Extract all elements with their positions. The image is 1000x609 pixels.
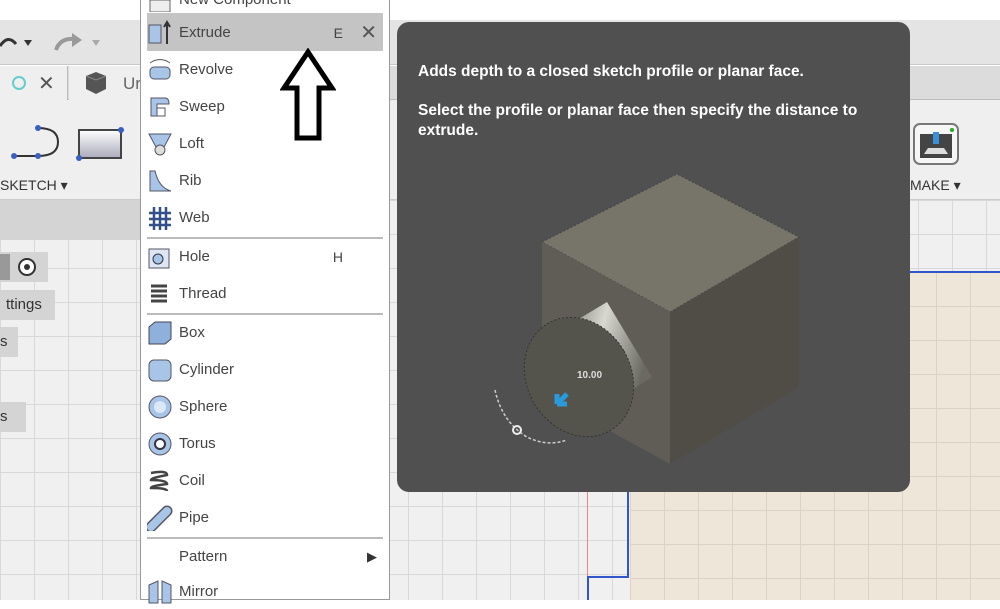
annotation-arrow-icon <box>280 48 336 141</box>
sweep-icon <box>147 94 173 120</box>
tab-label: Ur <box>123 74 141 93</box>
create-menu: New Component Extrude E ✕ Revolve Sweep Lo… <box>140 0 390 603</box>
panel-button[interactable]: s <box>0 402 26 432</box>
tooltip-instruction: Select the profile or planar face then s… <box>418 102 858 139</box>
submenu-arrow-icon: ▶ <box>367 548 377 564</box>
undo-icon[interactable] <box>0 32 40 54</box>
menu-item-coil[interactable]: Coil <box>147 463 383 498</box>
menu-item-loft[interactable]: Loft <box>147 126 383 161</box>
menu-item-mirror[interactable]: Mirror <box>147 574 383 609</box>
sketch-line <box>910 271 1000 273</box>
menu-item-label: Rib <box>179 172 202 189</box>
menu-item-label: Hole <box>179 248 210 265</box>
menu-item-hole[interactable]: Hole H <box>147 239 383 274</box>
settings-label: ttings <box>6 296 42 313</box>
menu-item-label: Torus <box>179 435 216 452</box>
empty-icon-slot <box>147 544 173 570</box>
menu-item-rib[interactable]: Rib <box>147 163 383 198</box>
box-icon <box>147 320 173 346</box>
menu-item-label: Revolve <box>179 61 234 78</box>
panel-button-label: s <box>0 333 8 350</box>
menu-item-label: Cylinder <box>179 361 235 378</box>
menu-item-pattern[interactable]: Pattern ▶ <box>147 539 383 574</box>
menu-item-web[interactable]: Web <box>147 200 383 235</box>
cylinder-icon <box>147 357 173 383</box>
menu-item-label: Thread <box>179 285 227 302</box>
menu-item-label: Loft <box>179 135 205 152</box>
settings-button[interactable]: ttings <box>0 290 55 320</box>
shortcut-label: H <box>332 248 343 265</box>
sketch-dropdown[interactable]: SKETCH ▾ <box>0 177 68 194</box>
component-cube-icon <box>85 72 107 94</box>
coil-icon <box>147 468 173 494</box>
menu-item-label: Sphere <box>179 398 228 415</box>
panel-button-label: s <box>0 408 8 425</box>
drag-arrow-icon <box>554 392 569 407</box>
browser-panel-header <box>0 200 140 240</box>
menu-item-label: Sweep <box>179 98 225 115</box>
pipe-icon <box>147 505 173 531</box>
torus-icon <box>147 431 173 457</box>
status-circle-icon <box>12 76 26 90</box>
close-tab-icon[interactable]: ✕ <box>38 71 55 96</box>
sketch-line <box>587 576 629 578</box>
menu-item-label: New Component <box>179 0 291 8</box>
shortcut-label: E <box>333 24 343 41</box>
redo-icon[interactable] <box>52 32 102 54</box>
tab-untitled[interactable]: Ur <box>69 66 149 100</box>
make-3d-print-icon[interactable] <box>912 122 960 166</box>
thread-icon <box>147 281 173 307</box>
radio-icon <box>18 258 36 276</box>
dimension-label: 10.00 <box>577 370 602 381</box>
sketch-line <box>627 490 629 578</box>
panel-button[interactable]: s <box>0 327 18 357</box>
menu-item-cylinder[interactable]: Cylinder <box>147 352 383 387</box>
menu-item-label: Mirror <box>179 583 219 600</box>
menu-item-box[interactable]: Box <box>147 315 383 350</box>
menu-item-label: Pipe <box>179 509 210 526</box>
extrude-icon <box>147 19 173 46</box>
sphere-icon <box>147 394 173 420</box>
revolve-icon <box>147 57 173 83</box>
menu-item-label: Web <box>179 209 210 226</box>
menu-item-label: Box <box>179 324 205 341</box>
tab-previous[interactable]: ✕ <box>0 66 68 100</box>
menu-item-sweep[interactable]: Sweep <box>147 89 383 124</box>
menu-item-label: Coil <box>179 472 205 489</box>
arc-tool-icon[interactable] <box>8 124 64 164</box>
sketch-line <box>587 576 589 600</box>
extrude-illustration: 10.00 <box>494 173 801 464</box>
tooltip-description: Adds depth to a closed sketch profile or… <box>418 63 804 80</box>
axis-line-red <box>587 490 588 576</box>
menu-item-thread[interactable]: Thread <box>147 276 383 311</box>
web-icon <box>147 205 173 231</box>
menu-item-revolve[interactable]: Revolve <box>147 52 383 87</box>
menu-item-extrude[interactable]: Extrude E ✕ <box>147 15 383 50</box>
menu-item-pipe[interactable]: Pipe <box>147 500 383 535</box>
menu-item-label: Pattern <box>179 548 228 565</box>
new-component-icon <box>147 0 173 13</box>
rectangle-tool-icon[interactable] <box>76 126 126 162</box>
menu-item-sphere[interactable]: Sphere <box>147 389 383 424</box>
menu-item-label: Extrude <box>179 24 231 41</box>
mirror-icon <box>147 579 173 605</box>
loft-icon <box>147 131 173 157</box>
hole-icon <box>147 244 173 270</box>
radio-toggle[interactable] <box>0 252 48 282</box>
make-dropdown[interactable]: MAKE ▾ <box>910 177 961 194</box>
rib-icon <box>147 168 173 194</box>
close-icon[interactable]: ✕ <box>360 20 377 45</box>
extrude-tooltip: Adds depth to a closed sketch profile or… <box>397 22 910 492</box>
menu-item-torus[interactable]: Torus <box>147 426 383 461</box>
